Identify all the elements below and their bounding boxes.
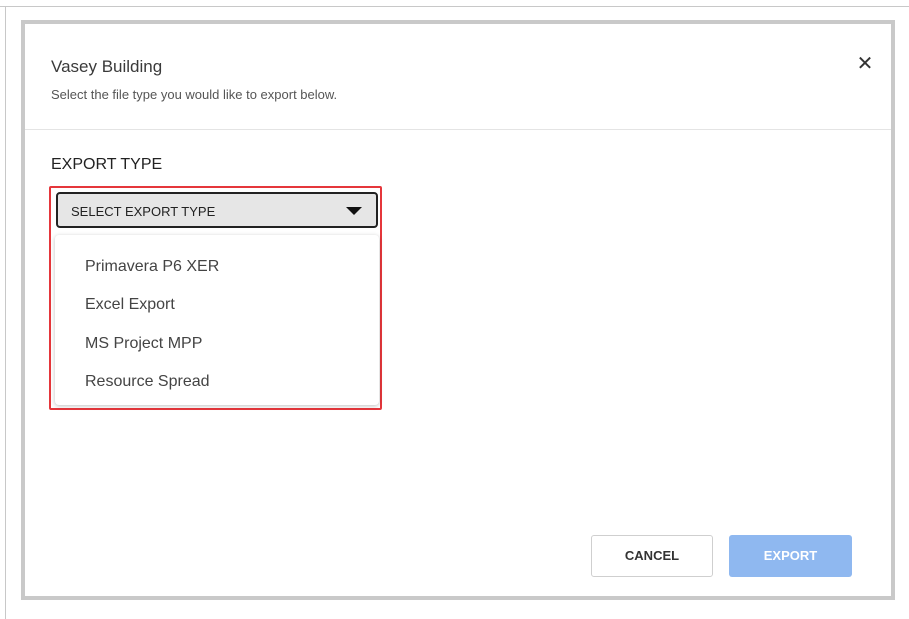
window-edge-left bbox=[5, 6, 6, 619]
cancel-button[interactable]: CANCEL bbox=[591, 535, 713, 577]
export-type-label: EXPORT TYPE bbox=[51, 156, 163, 173]
page: Vasey Building Select the file type you … bbox=[0, 0, 909, 619]
caret-down-icon bbox=[346, 207, 362, 215]
dialog-subtitle: Select the file type you would like to e… bbox=[51, 87, 338, 102]
dialog-title: Vasey Building bbox=[51, 57, 163, 76]
export-type-dropdown: Primavera P6 XER Excel Export MS Project… bbox=[55, 235, 379, 405]
export-button[interactable]: EXPORT bbox=[729, 535, 852, 577]
option-primavera-p6-xer[interactable]: Primavera P6 XER bbox=[55, 249, 379, 285]
option-ms-project-mpp[interactable]: MS Project MPP bbox=[55, 326, 379, 362]
dialog-header: Vasey Building Select the file type you … bbox=[25, 24, 891, 130]
option-resource-spread[interactable]: Resource Spread bbox=[55, 364, 379, 400]
close-icon[interactable]: ✕ bbox=[853, 52, 877, 76]
select-placeholder: SELECT EXPORT TYPE bbox=[71, 204, 216, 219]
window-edge-top bbox=[0, 6, 909, 7]
option-excel-export[interactable]: Excel Export bbox=[55, 287, 379, 323]
export-type-select[interactable]: SELECT EXPORT TYPE bbox=[56, 192, 378, 228]
export-dialog: Vasey Building Select the file type you … bbox=[21, 20, 895, 600]
